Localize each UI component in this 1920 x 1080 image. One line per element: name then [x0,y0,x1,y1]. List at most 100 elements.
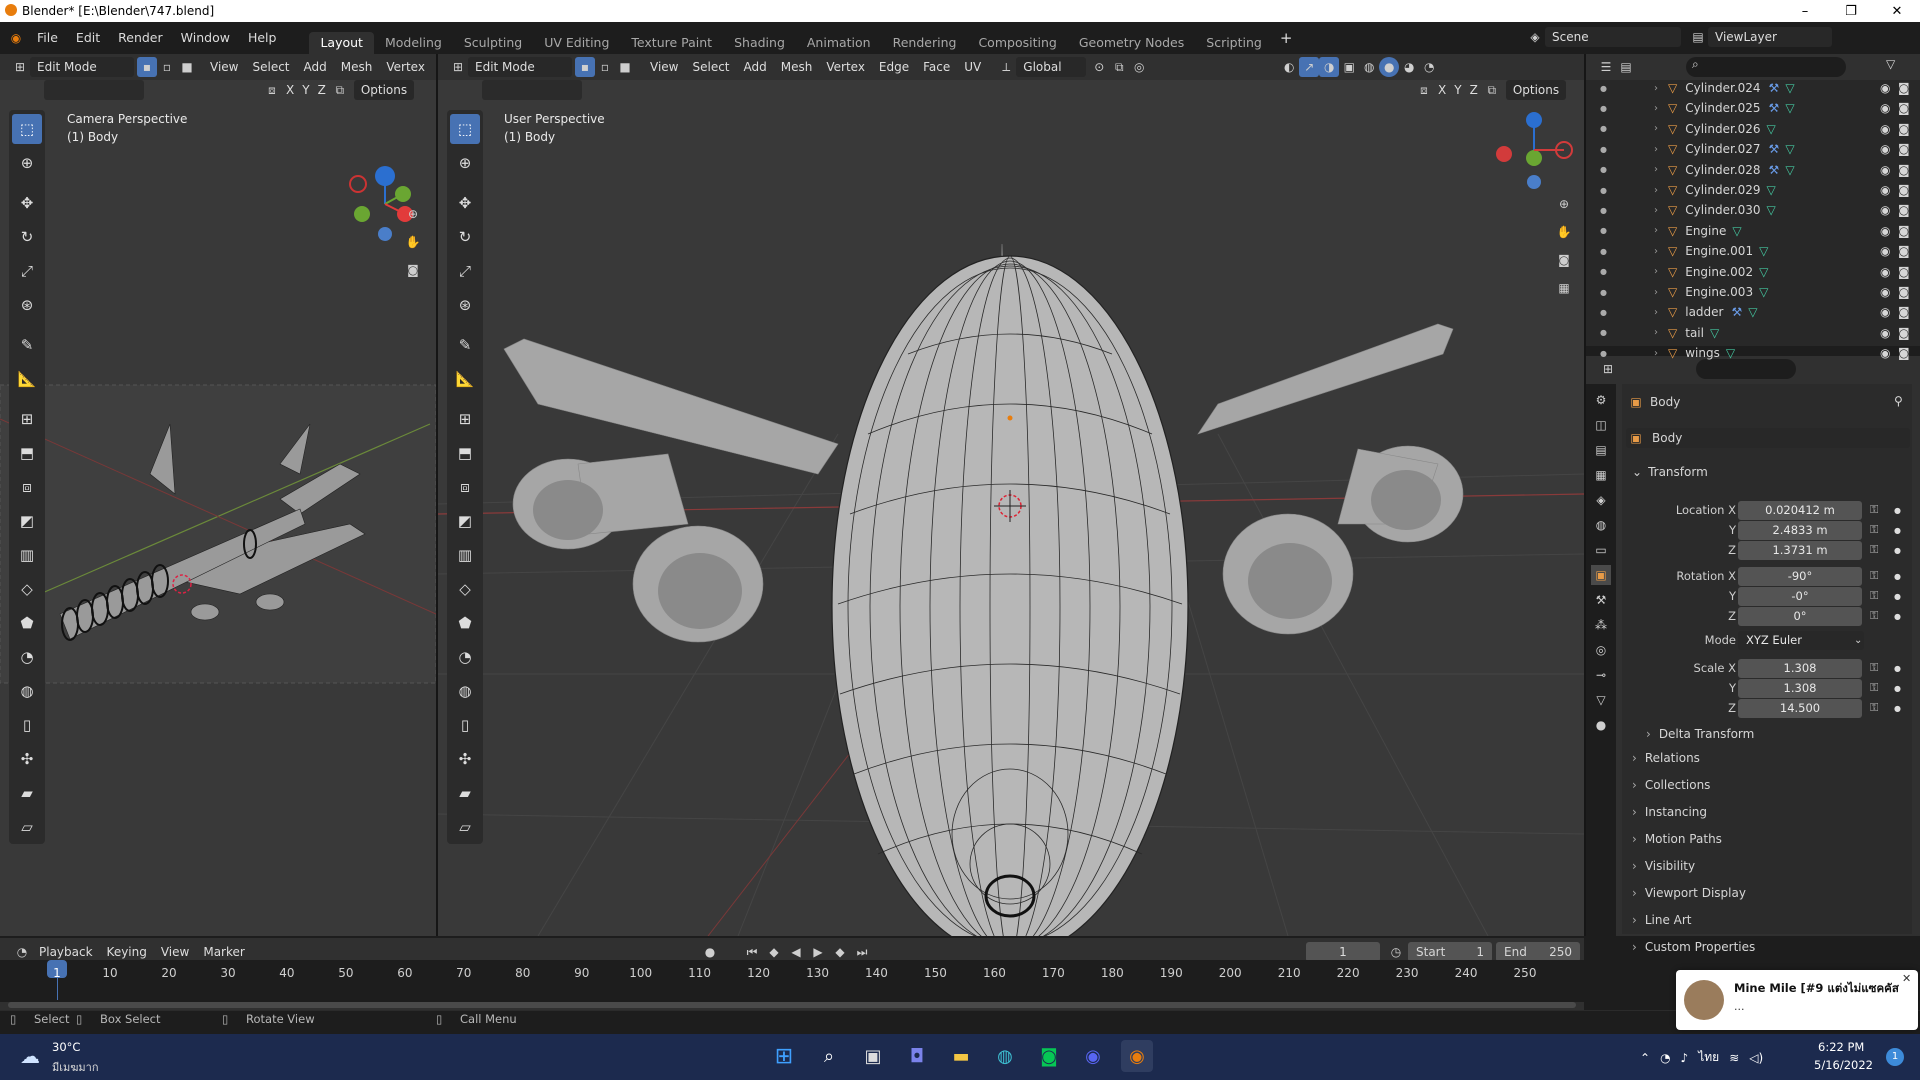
visibility-eye-icon[interactable]: ◉ [1880,224,1890,238]
outliner-expand-icon[interactable]: › [1654,185,1658,196]
volume-icon[interactable]: ◁) [1749,1051,1763,1065]
discord-icon[interactable]: ◉ [1077,1040,1109,1072]
section-collections[interactable]: › Collections [1632,773,1908,797]
cursor-icon[interactable]: ⊕ [12,148,42,178]
edge-select-icon[interactable]: ▫ [157,57,177,77]
outliner-row[interactable]: › ▽ Cylinder.028 ⚒ ▽ ◉ ◙ ● [1596,160,1920,180]
outliner-expand-icon[interactable]: › [1654,246,1658,257]
taskbar-search-icon[interactable]: ⌕ [813,1040,845,1072]
visibility-eye-icon[interactable]: ◉ [1880,305,1890,319]
outliner-row[interactable]: › ▽ Cylinder.030 ▽ ◉ ◙ ● [1596,200,1920,220]
tab-scripting[interactable]: Scripting [1195,32,1273,54]
jump-end-icon[interactable]: ⏭ [852,942,872,962]
render-camera-icon[interactable]: ◙ [1898,101,1910,115]
rotation-z-keyframe-icon[interactable]: ● [1894,612,1901,621]
left-menu-vertex[interactable]: Vertex [379,57,432,77]
outliner-expand-icon[interactable]: › [1654,348,1658,359]
current-frame-field[interactable]: 1 [1306,942,1380,962]
gizmo-icon[interactable]: ↗ [1299,57,1320,77]
shrink-fatten-icon[interactable]: ✣ [450,744,480,774]
location-y-lock-icon[interactable]: ⚿ [1870,523,1878,537]
record-icon[interactable]: ● [700,942,720,962]
menu-file[interactable]: File [28,28,67,48]
outliner-row[interactable]: › ▽ Cylinder.027 ⚒ ▽ ◉ ◙ ● [1596,139,1920,159]
blender-menu-icon[interactable]: ◉ [6,28,26,48]
weather-icon[interactable]: ☁ [20,1044,40,1068]
cursor-icon[interactable]: ⊕ [450,148,480,178]
visibility-eye-icon[interactable]: ◉ [1880,142,1890,156]
main-axis-y[interactable]: Y [1450,80,1465,100]
annotate-icon[interactable]: ✎ [450,330,480,360]
section-instancing[interactable]: › Instancing [1632,800,1908,824]
snapping-icon[interactable]: ⧉ [1109,57,1129,77]
render-camera-icon[interactable]: ◙ [1898,265,1910,279]
timeline-type-icon[interactable]: ◔ [12,942,32,962]
render-camera-icon[interactable]: ◙ [1898,163,1910,177]
scale-x-field[interactable]: 1.308 [1738,658,1862,678]
measure-icon[interactable]: 📐 [450,364,480,394]
main-mode-selector[interactable]: Edit Mode [468,57,572,77]
left-mode-selector[interactable]: Edit Mode [30,57,134,77]
main-menu-edge[interactable]: Edge [872,57,916,77]
scene-tab-icon[interactable]: ◈ [1591,490,1611,510]
left-menu-add[interactable]: Add [297,57,334,77]
tab-rendering[interactable]: Rendering [882,32,968,54]
scale-icon[interactable]: ⤢ [12,256,42,286]
render-tab-icon[interactable]: ◫ [1591,415,1611,435]
location-z-field[interactable]: 1.3731 m [1738,540,1862,560]
tab-uv-editing[interactable]: UV Editing [533,32,620,54]
transform-icon[interactable]: ⊛ [12,290,42,320]
object-tab-icon[interactable]: ▣ [1591,565,1611,585]
rendered-shading-icon[interactable]: ◔ [1419,57,1439,77]
notification-toast[interactable]: Mine Mile [#9 แต่งไม่แซคคัส ... ... ✕ [1676,970,1918,1030]
render-camera-icon[interactable]: ◙ [1898,285,1910,299]
left-axis-z[interactable]: Z [314,80,330,100]
tab-sculpting[interactable]: Sculpting [453,32,533,54]
menu-render[interactable]: Render [109,28,172,48]
menu-window[interactable]: Window [172,28,239,48]
outliner-search-input[interactable] [1686,57,1846,77]
section-custom-properties[interactable]: › Custom Properties [1632,935,1908,959]
render-camera-icon[interactable]: ◙ [1898,203,1910,217]
camera-view-icon[interactable]: ◙ [403,260,423,280]
outliner-expand-icon[interactable]: › [1654,83,1658,94]
transform-panel-header[interactable]: ⌄ Transform [1632,460,1908,484]
outliner-row[interactable]: › ▽ ladder ⚒ ▽ ◉ ◙ ● [1596,302,1920,322]
shear-icon[interactable]: ▰ [12,778,42,808]
section-visibility[interactable]: › Visibility [1632,854,1908,878]
render-camera-icon[interactable]: ◙ [1898,122,1910,136]
main-menu-vertex[interactable]: Vertex [819,57,872,77]
scale-y-lock-icon[interactable]: ⚿ [1870,681,1878,695]
scale-y-keyframe-icon[interactable]: ● [1894,684,1901,693]
proportional-edit-icon[interactable]: ◎ [1129,57,1149,77]
rotation-x-lock-icon[interactable]: ⚿ [1870,569,1878,583]
snap-icon[interactable]: ⧉ [330,80,350,100]
orientation-selector[interactable]: Global [1016,57,1087,77]
input-language[interactable]: ไทย [1698,1048,1719,1067]
bevel-icon[interactable]: ◩ [12,506,42,536]
main-vertex-select-icon[interactable]: ▪ [575,57,595,77]
timeline-menu-playback[interactable]: Playback [32,942,100,962]
loop-cut-icon[interactable]: ▥ [12,540,42,570]
left-menu-view[interactable]: View [203,57,245,77]
start-icon[interactable]: ⊞ [768,1040,800,1072]
outliner-row[interactable]: › ▽ Engine.001 ▽ ◉ ◙ ● [1596,241,1920,261]
location-x-field[interactable]: 0.020412 m [1738,500,1862,520]
render-camera-icon[interactable]: ◙ [1898,346,1910,360]
outliner-row[interactable]: › ▽ Cylinder.024 ⚒ ▽ ◉ ◙ ● [1596,78,1920,98]
add-cube-icon[interactable]: ⊞ [12,404,42,434]
rotate-icon[interactable]: ↻ [12,222,42,252]
select-box-icon[interactable]: ⬚ [12,114,42,144]
outliner-row[interactable]: › ▽ Cylinder.025 ⚒ ▽ ◉ ◙ ● [1596,98,1920,118]
main-menu-select[interactable]: Select [685,57,736,77]
poly-build-icon[interactable]: ⬟ [450,608,480,638]
outliner-expand-icon[interactable]: › [1654,287,1658,298]
left-menu-mesh[interactable]: Mesh [334,57,380,77]
outliner-expand-icon[interactable]: › [1654,103,1658,114]
minimize-button[interactable]: – [1782,0,1828,22]
menu-edit[interactable]: Edit [67,28,109,48]
scale-x-keyframe-icon[interactable]: ● [1894,664,1901,673]
tab-modeling[interactable]: Modeling [374,32,453,54]
perspective-toggle-icon[interactable]: ▦ [1554,278,1574,298]
view-layer-selector[interactable]: ViewLayer [1708,27,1832,47]
